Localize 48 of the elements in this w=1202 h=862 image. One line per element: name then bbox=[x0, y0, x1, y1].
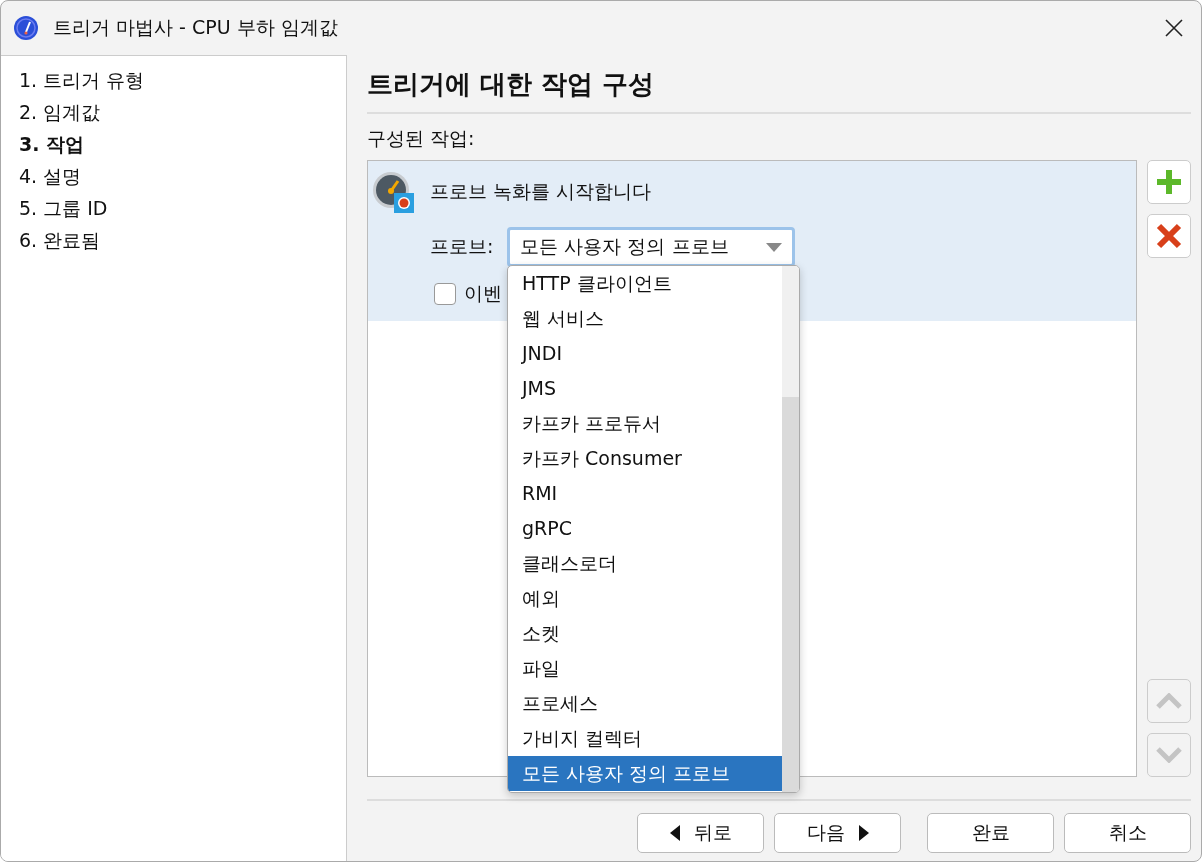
dropdown-option[interactable]: 카프카 프로듀서 bbox=[508, 406, 782, 441]
dropdown-option[interactable]: 예외 bbox=[508, 581, 782, 616]
chevron-up-icon bbox=[1156, 693, 1182, 709]
gauge-icon bbox=[13, 15, 39, 41]
section-label: 구성된 작업: bbox=[367, 126, 476, 151]
step-item[interactable]: 6. 완료됨 bbox=[19, 224, 346, 256]
dropdown-option[interactable]: JMS bbox=[508, 371, 782, 406]
chevron-down-icon bbox=[1156, 747, 1182, 763]
dropdown-option[interactable]: gRPC bbox=[508, 511, 782, 546]
gauge-record-icon bbox=[372, 171, 416, 213]
dropdown-option[interactable]: HTTP 클라이언트 bbox=[508, 266, 782, 301]
page-heading: 트리거에 대한 작업 구성 bbox=[367, 55, 1191, 114]
step-item[interactable]: 2. 임계값 bbox=[19, 96, 346, 128]
delete-button[interactable] bbox=[1147, 214, 1191, 258]
checkbox[interactable] bbox=[434, 283, 456, 305]
step-item[interactable]: 4. 설명 bbox=[19, 160, 346, 192]
plus-icon bbox=[1156, 169, 1182, 195]
dialog-button[interactable]: 완료 bbox=[927, 813, 1054, 853]
next-button[interactable]: 다음 bbox=[774, 813, 901, 853]
close-icon bbox=[1156, 223, 1182, 249]
dialog-button[interactable]: 취소 bbox=[1064, 813, 1191, 853]
caret-icon bbox=[766, 242, 783, 252]
right-triangle-icon bbox=[858, 825, 869, 841]
action-title: 프로브 녹화를 시작합니다 bbox=[430, 179, 652, 204]
scrollbar[interactable] bbox=[782, 266, 799, 792]
probe-dropdown[interactable]: 모든 사용자 정의 프로브 bbox=[507, 227, 796, 267]
dropdown-option[interactable]: 클래스로더 bbox=[508, 546, 782, 581]
dropdown-option[interactable]: RMI bbox=[508, 476, 782, 511]
add-button[interactable] bbox=[1147, 160, 1191, 204]
move-up-button[interactable] bbox=[1147, 679, 1191, 723]
dropdown-option[interactable]: 프로세스 bbox=[508, 686, 782, 721]
step-item[interactable]: 5. 그룹 ID bbox=[19, 192, 346, 224]
left-triangle-icon bbox=[669, 825, 680, 841]
step-item[interactable]: 3. 작업 bbox=[19, 128, 346, 160]
move-down-button[interactable] bbox=[1147, 733, 1191, 777]
scrollbar-thumb[interactable] bbox=[782, 397, 799, 792]
probe-label: 프로브: bbox=[430, 234, 494, 259]
window-title: 트리거 마법사 - CPU 부하 임계값 bbox=[53, 15, 339, 40]
dropdown-option[interactable]: 카프카 Consumer bbox=[508, 441, 782, 476]
dropdown-option[interactable]: JNDI bbox=[508, 336, 782, 371]
dropdown-option[interactable]: 모든 사용자 정의 프로브 bbox=[508, 756, 782, 791]
dropdown-option[interactable]: 가비지 컬렉터 bbox=[508, 721, 782, 756]
dropdown-option[interactable]: 파일 bbox=[508, 651, 782, 686]
checkbox-label: 이벤 bbox=[464, 281, 502, 306]
step-item[interactable]: 1. 트리거 유형 bbox=[19, 64, 346, 96]
back-button[interactable]: 뒤로 bbox=[637, 813, 764, 853]
dropdown-option[interactable]: 소켓 bbox=[508, 616, 782, 651]
close-icon bbox=[1163, 17, 1185, 39]
